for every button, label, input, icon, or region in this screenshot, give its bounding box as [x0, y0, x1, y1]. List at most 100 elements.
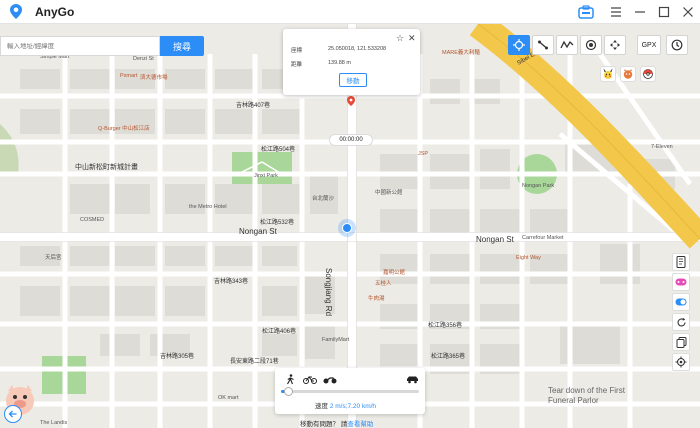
device-list-button[interactable] — [672, 253, 690, 271]
locate-me-button[interactable] — [672, 353, 690, 371]
favorite-star-icon[interactable]: ☆ — [396, 33, 404, 44]
street-label-songjiang-406: 松江路406巷 — [262, 329, 297, 335]
joystick-mode-button[interactable] — [604, 35, 626, 55]
street-label-nongan-west: Nongan St — [239, 227, 277, 236]
two-spot-mode-button[interactable] — [532, 35, 554, 55]
pokeball-icon[interactable] — [640, 66, 656, 82]
help-prompt: 移動有問題？ 請查看幫助 — [300, 418, 373, 428]
place-cosmed: COSMED — [80, 217, 105, 223]
gamepad-icon — [675, 278, 687, 286]
location-info-popup: 座標 25.050018, 121.533208 距離 139.88 m 移動 … — [283, 29, 420, 95]
anygo-logo-icon — [9, 4, 23, 20]
speed-slider-knob[interactable] — [284, 387, 294, 396]
side-toolbar — [672, 253, 690, 371]
gamepad-button[interactable] — [672, 273, 690, 291]
place-denzi-st: Denzi St — [133, 56, 154, 62]
location-search[interactable] — [0, 36, 160, 56]
area-label: 中山新松町新城計畫 — [75, 164, 138, 171]
street-label-changan-2: 長安東路二段71巷 — [230, 359, 279, 365]
coordinate-label: 座標 — [291, 48, 303, 54]
toolbox-icon[interactable] — [574, 0, 598, 24]
street-label-jilin-407: 吉林路407巷 — [236, 103, 271, 109]
current-location-marker[interactable] — [338, 219, 356, 237]
place-q-burger: Q-Burger 中山松江店 — [98, 126, 150, 132]
place-mare: MARE義大利麵 — [442, 50, 480, 56]
motorcycle-icon[interactable] — [323, 373, 337, 385]
place-taipei-hotel: 台北蘭沙 — [312, 196, 335, 202]
game-shortcuts — [600, 66, 656, 82]
place-pxmart: Pxmart — [120, 73, 138, 79]
speed-label: 速度 — [315, 403, 328, 410]
street-label-songjiang-532: 松江路532巷 — [260, 220, 295, 226]
place-jinxi-park: Jinxi Park — [254, 173, 278, 179]
phone-list-icon — [676, 256, 686, 268]
search-input[interactable] — [7, 42, 159, 50]
help-link[interactable]: 查看幫助 — [347, 421, 373, 428]
gpx-import-button[interactable]: GPX — [637, 35, 661, 55]
maximize-icon[interactable] — [652, 0, 676, 24]
copy-device-icon — [676, 336, 686, 348]
crosshair-icon — [513, 39, 525, 51]
locate-icon — [675, 356, 687, 368]
place-ajn: 嘉明公館 — [383, 270, 406, 276]
jump-teleport-icon — [585, 39, 597, 51]
place-temple: 天后宮 — [45, 255, 62, 261]
teleport-mode-button[interactable] — [508, 35, 530, 55]
distance-value: 139.88 m — [328, 60, 351, 66]
mode-toolbar — [508, 35, 626, 55]
close-popup-icon[interactable]: ✕ — [408, 33, 416, 44]
multi-spot-mode-button[interactable] — [556, 35, 578, 55]
two-spot-route-icon — [538, 40, 548, 50]
place-market: 濟大德市場 — [140, 75, 168, 81]
place-familymart: FamilyMart — [322, 337, 350, 343]
pikachu-icon[interactable] — [600, 66, 616, 82]
app-title: AnyGo — [35, 4, 75, 19]
distance-label: 距離 — [291, 62, 303, 68]
title-bar: AnyGo — [0, 0, 700, 24]
street-label-songjiang-365: 松江路365巷 — [431, 354, 466, 360]
walk-icon[interactable] — [283, 373, 297, 385]
speed-value: 2 m/s;7.20 km/h — [329, 403, 377, 410]
place-eight-way: Eight Way — [516, 255, 541, 261]
place-xinyi-park: 中國新公館 — [375, 190, 403, 196]
travel-mode-icons — [283, 373, 419, 385]
street-label-jilin-305: 吉林路305巷 — [160, 354, 195, 360]
jump-teleport-button[interactable] — [580, 35, 602, 55]
multi-spot-route-icon — [560, 40, 574, 49]
street-label-jilin-343: 吉林路343巷 — [214, 279, 249, 285]
arrow-left-icon — [8, 410, 17, 418]
minimize-icon[interactable] — [628, 0, 652, 24]
bicycle-icon[interactable] — [303, 373, 317, 385]
street-label-songjiang-356: 松江路356巷 — [428, 323, 463, 329]
help-question: 移動有問題？ 請 — [300, 421, 348, 428]
multi-device-button[interactable] — [672, 333, 690, 351]
speed-slider[interactable] — [281, 387, 419, 396]
place-nongan-park: Nongan Park — [522, 183, 555, 189]
menu-icon[interactable] — [604, 0, 628, 24]
speed-readout: 速度 2 m/s;7.20 km/h — [315, 400, 376, 410]
search-button[interactable]: 搜尋 — [160, 36, 204, 56]
refresh-button[interactable] — [672, 313, 690, 331]
joystick-icon — [610, 40, 620, 50]
move-button[interactable]: 移動 — [339, 73, 367, 87]
place-metro-hotel: the Metro Hotel — [189, 204, 227, 210]
close-window-icon[interactable] — [676, 0, 700, 24]
place-seven-eleven: 7-Eleven — [651, 144, 673, 150]
place-ok-mart: OK mart — [218, 395, 239, 401]
street-label-songjiang: Songjiang Rd — [324, 268, 333, 317]
place-foodshow: 五桂人 — [375, 281, 392, 287]
toggle-switch-icon — [675, 298, 687, 306]
monster-icon[interactable] — [620, 66, 636, 82]
history-button[interactable] — [666, 35, 688, 55]
speed-panel: 速度 2 m/s;7.20 km/h — [275, 368, 425, 414]
place-the-landis: The Landis — [40, 420, 68, 426]
street-label-songjiang-504: 松江路504巷 — [261, 147, 296, 153]
place-funeral-parlor: Tear down of the First Funeral Parlor — [548, 386, 625, 405]
back-button[interactable] — [4, 405, 22, 423]
place-beef: 牛肉湯 — [368, 296, 385, 302]
car-icon[interactable] — [405, 373, 419, 385]
toggle-button[interactable] — [672, 293, 690, 311]
destination-pin-icon[interactable] — [347, 96, 355, 106]
clock-icon — [671, 39, 683, 51]
place-jsp: JSP — [418, 151, 429, 157]
